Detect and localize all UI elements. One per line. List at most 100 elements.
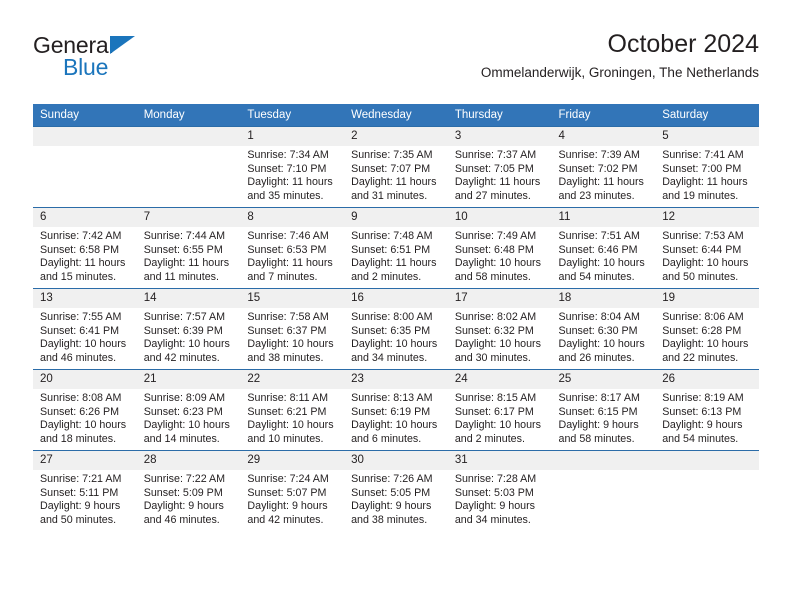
calendar-day-cell[interactable]: 6 Sunrise: 7:42 AM Sunset: 6:58 PM Daylight… <box>33 207 137 289</box>
weekday-header-tuesday: Tuesday <box>240 104 345 127</box>
day-number: 29 <box>240 451 345 470</box>
sunset-time: Sunset: 7:02 PM <box>558 162 638 175</box>
daylight-duration-line1: Daylight: 10 hours <box>40 419 127 432</box>
day-details: Sunrise: 7:58 AM Sunset: 6:37 PM Daylight:… <box>240 308 344 365</box>
sunrise-time: Sunrise: 7:24 AM <box>247 473 329 485</box>
weekday-header-monday: Monday <box>136 104 241 127</box>
daylight-duration-line2: and 58 minutes. <box>558 432 635 445</box>
calendar-day-cell[interactable]: 27 Sunrise: 7:21 AM Sunset: 5:11 PM Dayligh… <box>33 450 137 531</box>
sunset-time: Sunset: 5:03 PM <box>454 486 534 499</box>
sunset-time: Sunset: 6:37 PM <box>247 324 327 337</box>
calendar-day-cell[interactable]: 12 Sunrise: 7:53 AM Sunset: 6:44 PM Dayligh… <box>655 207 759 289</box>
weekday-header-row: Sunday Monday Tuesday Wednesday Thursday… <box>33 104 759 127</box>
calendar-day-cell[interactable]: 13 Sunrise: 7:55 AM Sunset: 6:41 PM Dayligh… <box>33 288 137 370</box>
day-details: Sunrise: 7:41 AM Sunset: 7:00 PM Daylight:… <box>655 146 759 203</box>
calendar-day-cell[interactable]: 3 Sunrise: 7:37 AM Sunset: 7:05 PM Daylight… <box>447 126 552 208</box>
day-details: Sunrise: 7:55 AM Sunset: 6:41 PM Daylight:… <box>33 308 137 365</box>
sunrise-time: Sunrise: 8:08 AM <box>40 392 122 404</box>
day-details: Sunrise: 7:34 AM Sunset: 7:10 PM Daylight:… <box>240 146 344 203</box>
day-number: 25 <box>551 370 656 389</box>
calendar-day-cell-empty <box>655 450 759 531</box>
daylight-duration-line2: and 38 minutes. <box>247 351 324 364</box>
day-number: 2 <box>344 127 448 146</box>
calendar-day-cell-empty <box>33 126 137 208</box>
day-number: 18 <box>551 289 656 308</box>
day-details: Sunrise: 8:04 AM Sunset: 6:30 PM Daylight:… <box>552 308 656 365</box>
daylight-duration-line2: and 54 minutes. <box>558 270 635 283</box>
day-details: Sunrise: 7:42 AM Sunset: 6:58 PM Daylight:… <box>33 227 137 284</box>
sunrise-time: Sunrise: 8:11 AM <box>247 392 328 404</box>
calendar-day-cell[interactable]: 21 Sunrise: 8:09 AM Sunset: 6:23 PM Dayligh… <box>136 369 241 451</box>
calendar-day-cell[interactable]: 23 Sunrise: 8:13 AM Sunset: 6:19 PM Dayligh… <box>344 369 448 451</box>
calendar-day-cell[interactable]: 8 Sunrise: 7:46 AM Sunset: 6:53 PM Daylight… <box>240 207 345 289</box>
sunrise-time: Sunrise: 8:06 AM <box>662 311 744 323</box>
generalblue-logo: General Blue <box>33 32 213 88</box>
calendar-day-cell[interactable]: 26 Sunrise: 8:19 AM Sunset: 6:13 PM Dayligh… <box>655 369 759 451</box>
day-details: Sunrise: 7:53 AM Sunset: 6:44 PM Daylight:… <box>655 227 759 284</box>
day-details: Sunrise: 8:02 AM Sunset: 6:32 PM Daylight:… <box>448 308 552 365</box>
calendar-day-cell[interactable]: 1 Sunrise: 7:34 AM Sunset: 7:10 PM Daylight… <box>240 126 345 208</box>
calendar-day-cell[interactable]: 19 Sunrise: 8:06 AM Sunset: 6:28 PM Dayligh… <box>655 288 759 370</box>
day-details: Sunrise: 8:19 AM Sunset: 6:13 PM Daylight:… <box>655 389 759 446</box>
calendar-day-cell[interactable]: 24 Sunrise: 8:15 AM Sunset: 6:17 PM Dayligh… <box>447 369 552 451</box>
daylight-duration-line1: Daylight: 10 hours <box>662 338 749 351</box>
day-number: 31 <box>447 451 552 470</box>
calendar-day-cell[interactable]: 15 Sunrise: 7:58 AM Sunset: 6:37 PM Dayligh… <box>240 288 345 370</box>
calendar-day-cell[interactable]: 18 Sunrise: 8:04 AM Sunset: 6:30 PM Dayligh… <box>551 288 656 370</box>
day-details: Sunrise: 7:51 AM Sunset: 6:46 PM Daylight:… <box>552 227 656 284</box>
day-details: Sunrise: 7:39 AM Sunset: 7:02 PM Daylight:… <box>552 146 656 203</box>
title-block: October 2024 Ommelanderwijk, Groningen, … <box>481 28 759 83</box>
day-details: Sunrise: 7:37 AM Sunset: 7:05 PM Daylight:… <box>448 146 552 203</box>
calendar-day-cell[interactable]: 22 Sunrise: 8:11 AM Sunset: 6:21 PM Dayligh… <box>240 369 345 451</box>
day-number <box>551 451 656 470</box>
daylight-duration-line2: and 26 minutes. <box>558 351 635 364</box>
day-details: Sunrise: 7:26 AM Sunset: 5:05 PM Daylight:… <box>344 470 448 527</box>
calendar-day-cell[interactable]: 4 Sunrise: 7:39 AM Sunset: 7:02 PM Daylight… <box>551 126 656 208</box>
calendar-week-row: 13 Sunrise: 7:55 AM Sunset: 6:41 PM Dayligh… <box>33 288 759 370</box>
sunset-time: Sunset: 6:55 PM <box>143 243 223 256</box>
daylight-duration-line2: and 42 minutes. <box>143 351 220 364</box>
calendar-body: 1 Sunrise: 7:34 AM Sunset: 7:10 PM Daylight… <box>33 126 759 531</box>
sunset-time: Sunset: 6:44 PM <box>662 243 742 256</box>
calendar-day-cell[interactable]: 5 Sunrise: 7:41 AM Sunset: 7:00 PM Daylight… <box>655 126 759 208</box>
calendar-week-row: 20 Sunrise: 8:08 AM Sunset: 6:26 PM Dayligh… <box>33 369 759 451</box>
daylight-duration-line1: Daylight: 9 hours <box>40 500 121 513</box>
calendar-day-cell[interactable]: 25 Sunrise: 8:17 AM Sunset: 6:15 PM Dayligh… <box>551 369 656 451</box>
sunrise-time: Sunrise: 8:09 AM <box>143 392 226 404</box>
sunset-time: Sunset: 6:51 PM <box>351 243 431 256</box>
daylight-duration-line1: Daylight: 9 hours <box>454 500 536 513</box>
day-details: Sunrise: 7:48 AM Sunset: 6:51 PM Daylight:… <box>344 227 448 284</box>
calendar-day-cell[interactable]: 16 Sunrise: 8:00 AM Sunset: 6:35 PM Dayligh… <box>344 288 448 370</box>
calendar-day-cell[interactable]: 9 Sunrise: 7:48 AM Sunset: 6:51 PM Daylight… <box>344 207 448 289</box>
calendar-day-cell[interactable]: 20 Sunrise: 8:08 AM Sunset: 6:26 PM Dayligh… <box>33 369 137 451</box>
daylight-duration-line2: and 2 minutes. <box>454 432 525 445</box>
day-number: 23 <box>344 370 448 389</box>
day-number <box>33 127 137 146</box>
calendar-day-cell[interactable]: 2 Sunrise: 7:35 AM Sunset: 7:07 PM Daylight… <box>344 126 448 208</box>
day-details: Sunrise: 8:08 AM Sunset: 6:26 PM Daylight:… <box>33 389 137 446</box>
calendar-day-cell[interactable]: 17 Sunrise: 8:02 AM Sunset: 6:32 PM Dayligh… <box>447 288 552 370</box>
sunrise-time: Sunrise: 7:53 AM <box>662 230 744 242</box>
calendar-day-cell[interactable]: 30 Sunrise: 7:26 AM Sunset: 5:05 PM Dayligh… <box>344 450 448 531</box>
day-number: 13 <box>33 289 137 308</box>
calendar-day-cell[interactable]: 28 Sunrise: 7:22 AM Sunset: 5:09 PM Dayligh… <box>136 450 241 531</box>
sunset-time: Sunset: 6:35 PM <box>351 324 431 337</box>
calendar-day-cell[interactable]: 31 Sunrise: 7:28 AM Sunset: 5:03 PM Dayligh… <box>447 450 552 531</box>
daylight-duration-line1: Daylight: 10 hours <box>143 419 230 432</box>
sunset-time: Sunset: 6:23 PM <box>143 405 223 418</box>
calendar-day-cell[interactable]: 29 Sunrise: 7:24 AM Sunset: 5:07 PM Dayligh… <box>240 450 345 531</box>
calendar-day-cell[interactable]: 11 Sunrise: 7:51 AM Sunset: 6:46 PM Dayligh… <box>551 207 656 289</box>
day-number: 14 <box>136 289 241 308</box>
page-subtitle: Ommelanderwijk, Groningen, The Netherlan… <box>480 65 759 80</box>
calendar-day-cell[interactable]: 14 Sunrise: 7:57 AM Sunset: 6:39 PM Dayligh… <box>136 288 241 370</box>
sunset-time: Sunset: 6:58 PM <box>40 243 120 256</box>
calendar-day-cell[interactable]: 7 Sunrise: 7:44 AM Sunset: 6:55 PM Daylight… <box>136 207 241 289</box>
daylight-duration-line2: and 6 minutes. <box>351 432 422 445</box>
daylight-duration-line1: Daylight: 9 hours <box>247 500 328 513</box>
daylight-duration-line1: Daylight: 10 hours <box>247 338 334 351</box>
day-number <box>136 127 241 146</box>
daylight-duration-line1: Daylight: 10 hours <box>247 419 334 432</box>
day-details: Sunrise: 7:28 AM Sunset: 5:03 PM Daylight:… <box>448 470 552 527</box>
calendar-day-cell[interactable]: 10 Sunrise: 7:49 AM Sunset: 6:48 PM Dayligh… <box>447 207 552 289</box>
sunrise-time: Sunrise: 8:19 AM <box>662 392 744 404</box>
